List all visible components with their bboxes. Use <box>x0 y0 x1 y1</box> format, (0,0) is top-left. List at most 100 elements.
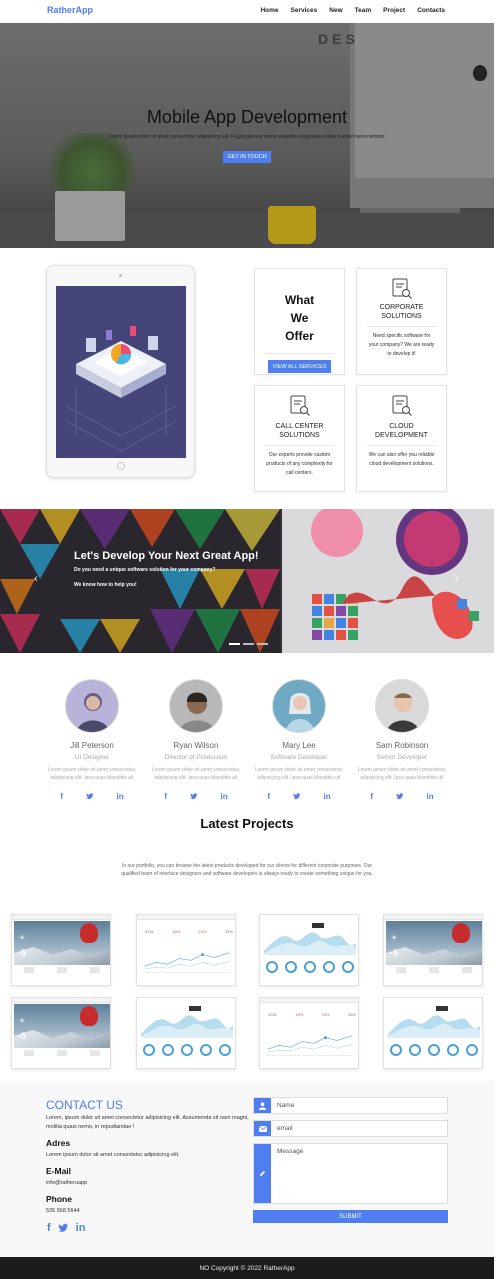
service-card-corporate: CORPORATE SOLUTIONS Need specific softwa… <box>356 268 447 375</box>
twitter-icon[interactable] <box>396 792 404 802</box>
facebook-icon[interactable]: f <box>60 792 63 802</box>
facebook-icon[interactable]: f <box>370 792 373 802</box>
project-thumbnail-weather[interactable]: ☀ -5 <box>11 997 111 1069</box>
hero-mug-image <box>268 206 316 244</box>
linkedin-icon[interactable]: in <box>117 792 124 802</box>
facebook-icon[interactable]: f <box>47 1222 51 1236</box>
linkedin-icon[interactable]: in <box>221 792 228 802</box>
carousel-prev-arrow-icon[interactable]: ‹ <box>34 573 38 585</box>
project-thumbnail-analytics[interactable] <box>259 914 359 986</box>
service-card-description: Need specific software for your company?… <box>368 333 435 357</box>
hero-pot-image <box>55 191 125 241</box>
carousel-indicator[interactable] <box>257 643 268 645</box>
carousel-indicators <box>229 643 268 645</box>
service-card-title: CORPORATE SOLUTIONS <box>379 304 424 320</box>
analytics-rings <box>143 1044 231 1056</box>
project-thumbnail-dashboard[interactable]: 4761 18% 24% 33% <box>259 997 359 1069</box>
team-member: Sam Robinson Senior Developer Lorem ipsu… <box>347 679 457 802</box>
message-placeholder: Message <box>277 1148 304 1155</box>
twitter-icon[interactable] <box>86 792 94 802</box>
linkedin-icon[interactable]: in <box>427 792 434 802</box>
contact-social: f in <box>47 1222 85 1236</box>
facebook-icon[interactable]: f <box>267 792 270 802</box>
team-member-name: Mary Lee <box>282 741 316 750</box>
address-value: Lorem ipsum dolor sit amet consectetur a… <box>46 1152 180 1158</box>
card-divider <box>265 445 334 446</box>
team-member-social: f in <box>244 792 354 802</box>
contact-description: Lorem, ipsum dolor sit amet consectetur … <box>46 1115 249 1130</box>
contact-title: CONTACT US <box>46 1098 123 1112</box>
message-field[interactable]: Message <box>253 1143 448 1204</box>
get-in-touch-button[interactable]: GET IN TOUCH <box>223 151 271 163</box>
name-field[interactable]: Name <box>253 1097 448 1114</box>
weather-temperature: -5 <box>390 948 399 958</box>
isometric-illustration <box>65 326 177 452</box>
thumbnail-titlebar <box>12 998 110 1003</box>
team-member: Jill Peterson UI Designer Lorem ipsum do… <box>37 679 147 802</box>
kpi-value: 24% <box>198 929 207 934</box>
carousel-title: Let's Develop Your Next Great App! <box>74 550 259 562</box>
service-card-title: CLOUD DEVELOPMENT <box>375 423 428 439</box>
nav-item-services[interactable]: Services <box>291 7 318 14</box>
carousel-indicator[interactable] <box>229 643 240 645</box>
sun-icon: ☀ <box>391 935 398 942</box>
weather-temperature: -5 <box>18 1031 27 1041</box>
carousel-indicator[interactable] <box>243 643 254 645</box>
nav-item-home[interactable]: Home <box>260 7 278 14</box>
thumbnail-titlebar <box>260 998 358 1003</box>
nav-item-new[interactable]: New <box>329 7 342 14</box>
hot-air-balloon-icon <box>452 923 470 943</box>
carousel-next-arrow-icon[interactable]: › <box>455 573 459 585</box>
twitter-icon[interactable] <box>190 792 198 802</box>
kpi-value: 18% <box>172 929 181 934</box>
team-member-role: Senior Developer <box>376 754 428 761</box>
twitter-icon[interactable] <box>58 1222 69 1236</box>
team-member-role: Director of Production <box>164 754 228 761</box>
card-divider <box>367 445 436 446</box>
document-search-icon <box>392 395 412 416</box>
nav-item-contacts[interactable]: Contacts <box>417 7 445 14</box>
what-we-offer-card: What We Offer VIEW ALL SERVICES <box>254 268 345 375</box>
analytics-rings <box>390 1044 478 1056</box>
card-divider <box>367 326 436 327</box>
thumbnail-titlebar <box>384 915 482 920</box>
linkedin-icon[interactable]: in <box>76 1222 86 1236</box>
nav-item-project[interactable]: Project <box>383 7 405 14</box>
facebook-icon[interactable]: f <box>164 792 167 802</box>
project-thumbnail-analytics[interactable] <box>136 997 236 1069</box>
submit-button[interactable]: SUBMIT <box>253 1210 448 1223</box>
project-thumbnail-weather[interactable]: ☀ -5 <box>11 914 111 986</box>
service-card-cloud: CLOUD DEVELOPMENT We can also offer you … <box>356 385 447 492</box>
linkedin-icon[interactable]: in <box>324 792 331 802</box>
address-label: Adres <box>46 1138 71 1148</box>
nav-item-team[interactable]: Team <box>355 7 372 14</box>
twitter-icon[interactable] <box>293 792 301 802</box>
sun-icon: ☀ <box>19 935 26 942</box>
footer-copyright: NO Copyright © 2022 RatherApp <box>199 1264 295 1272</box>
projects-subtitle: In our portfolio, you can browse the lat… <box>121 863 373 877</box>
kpi-value: 18% <box>295 1012 304 1017</box>
team-member-bio: Lorem ipsum dolor sit amet consectetur, … <box>151 767 241 781</box>
service-card-call-center: CALL CENTER SOLUTIONS Our experts provid… <box>254 385 345 492</box>
page-edge <box>494 0 500 1279</box>
email-value: info@ratheruapp <box>46 1180 88 1186</box>
analytics-area-chart <box>264 923 356 955</box>
brand-logo[interactable]: RatherApp <box>47 5 93 15</box>
service-card-description: Our experts provide custom products of a… <box>266 452 333 476</box>
project-thumbnail-dashboard[interactable]: 4761 18% 24% 33% <box>136 914 236 986</box>
app-icons-image <box>282 509 494 653</box>
service-card-description: We can also offer you reliable cloud dev… <box>368 452 435 467</box>
dashboard-line-chart <box>143 952 231 973</box>
kpi-value: 4761 <box>268 1012 277 1017</box>
view-all-services-button[interactable]: VIEW ALL SERVICES <box>268 360 331 373</box>
project-thumbnail-weather[interactable]: ☀ -5 <box>383 914 483 986</box>
email-field[interactable]: email <box>253 1120 448 1137</box>
hero-plant-image <box>45 133 140 198</box>
service-card-title: CALL CENTER SOLUTIONS <box>275 423 324 439</box>
kpi-value: 4761 <box>145 929 154 934</box>
team-member-social: f in <box>141 792 251 802</box>
team-member: Mary Lee Software Developer Lorem ipsum … <box>244 679 354 802</box>
hero-title: Mobile App Development <box>146 107 348 127</box>
project-thumbnail-analytics[interactable] <box>383 997 483 1069</box>
name-placeholder: Name <box>277 1102 295 1109</box>
